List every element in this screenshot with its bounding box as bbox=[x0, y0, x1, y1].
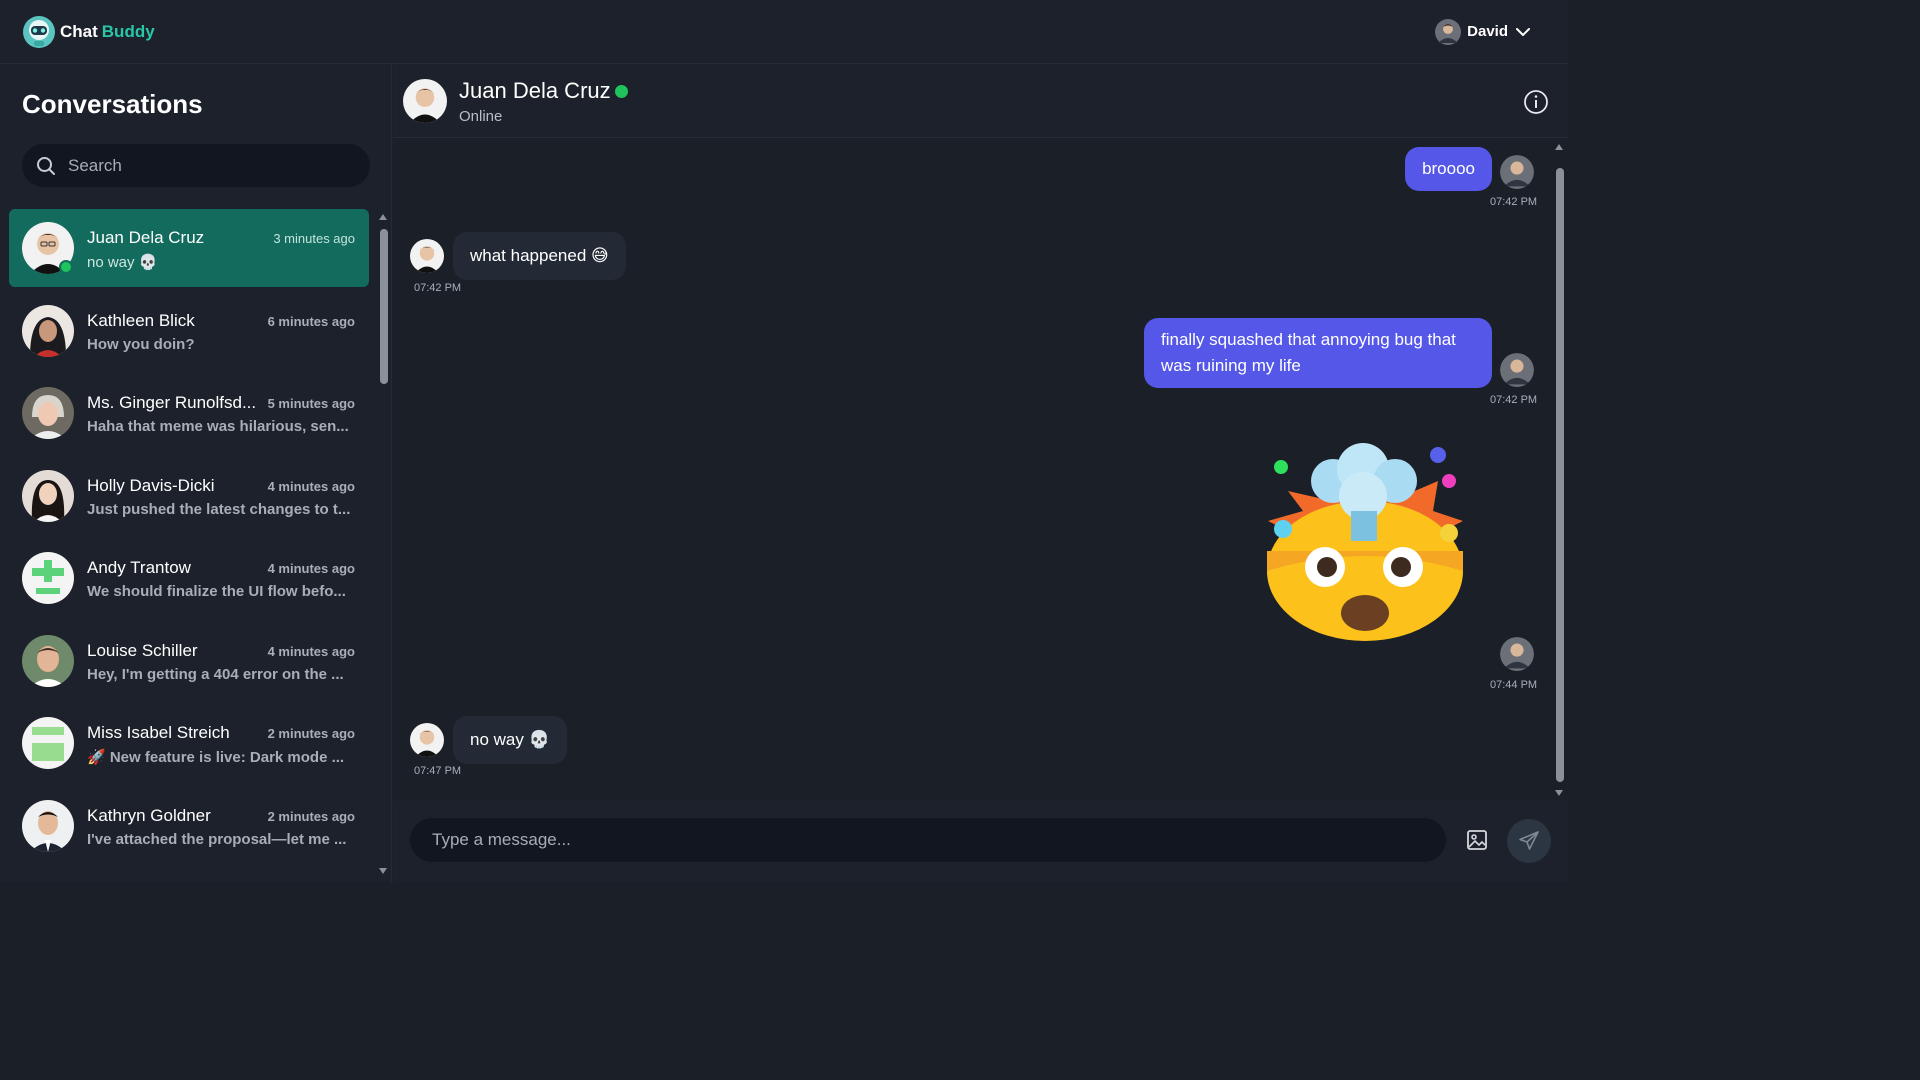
message-text: finally squashed that annoying bug that … bbox=[1161, 330, 1456, 375]
conversation-name: Louise Schiller bbox=[87, 640, 198, 660]
conversation-time: 2 minutes ago bbox=[267, 726, 355, 741]
user-name: David bbox=[1467, 23, 1508, 40]
message-input[interactable] bbox=[410, 818, 1446, 862]
conversation-preview: no way 💀 bbox=[87, 254, 158, 271]
contact-name: Juan Dela Cruz bbox=[459, 78, 611, 103]
send-button[interactable] bbox=[1507, 819, 1551, 863]
conversation-item[interactable]: Kathleen Blick 6 minutes ago How you doi… bbox=[9, 292, 369, 370]
exploding-head-emoji bbox=[1267, 443, 1463, 641]
conversation-item[interactable]: Miss Isabel Streich 2 minutes ago 🚀 New … bbox=[9, 704, 369, 782]
conversation-item[interactable]: Ms. Ginger Runolfsd... 5 minutes ago Hah… bbox=[9, 374, 369, 452]
sidebar-title: Conversations bbox=[22, 89, 203, 119]
robot-logo-icon bbox=[23, 15, 55, 48]
message-bubble-outgoing: broooo bbox=[1405, 147, 1492, 191]
conversation-time: 6 minutes ago bbox=[267, 313, 355, 329]
conversation-name: Holly Davis-Dicki bbox=[87, 475, 215, 495]
conversation-name: Kathryn Goldner bbox=[87, 805, 211, 825]
avatar bbox=[22, 387, 74, 439]
brand-name-part2: Buddy bbox=[101, 21, 155, 41]
conversation-preview: How you doin? bbox=[87, 335, 195, 353]
online-indicator bbox=[615, 85, 628, 98]
avatar bbox=[22, 717, 74, 769]
message-text: broooo bbox=[1422, 159, 1475, 178]
sender-avatar bbox=[410, 239, 444, 273]
avatar bbox=[22, 304, 74, 357]
chat-header: Juan Dela Cruz Online bbox=[393, 64, 1568, 138]
conversation-time: 4 minutes ago bbox=[267, 643, 355, 659]
sender-avatar bbox=[1500, 353, 1534, 387]
chat-scrollbar-thumb[interactable] bbox=[1556, 168, 1564, 782]
conversation-name: Juan Dela Cruz bbox=[87, 228, 205, 247]
conversation-preview: Just pushed the latest changes to t... bbox=[87, 500, 351, 518]
image-attach-icon[interactable] bbox=[1465, 828, 1489, 852]
avatar bbox=[22, 634, 74, 687]
online-indicator bbox=[59, 260, 73, 274]
user-menu[interactable]: David bbox=[1435, 18, 1532, 45]
message-time: 07:42 PM bbox=[1490, 196, 1538, 208]
sidebar-scrollbar-thumb[interactable] bbox=[380, 229, 388, 384]
avatar bbox=[22, 552, 74, 604]
chevron-down-icon bbox=[1516, 27, 1530, 36]
message-bubble-incoming: no way 💀 bbox=[453, 716, 567, 764]
conversation-item[interactable]: Kathryn Goldner 2 minutes ago I've attac… bbox=[9, 787, 369, 865]
conversation-item[interactable]: Andy Trantow 4 minutes ago We should fin… bbox=[9, 539, 369, 617]
message-composer bbox=[393, 801, 1568, 882]
message-text: what happened 😅 bbox=[470, 246, 609, 265]
brand-name-part1: Chat bbox=[60, 21, 98, 41]
conversation-name: Andy Trantow bbox=[87, 558, 191, 577]
conversation-name: Kathleen Blick bbox=[87, 310, 195, 330]
message-time: 07:47 PM bbox=[414, 765, 462, 777]
avatar bbox=[22, 469, 74, 522]
sender-avatar bbox=[1500, 155, 1534, 189]
conversation-time: 4 minutes ago bbox=[267, 478, 355, 494]
message-time: 07:42 PM bbox=[1490, 394, 1538, 406]
message-area: broooo 07:42 PM what happened 😅 07:42 PM… bbox=[393, 139, 1568, 801]
conversation-name: Miss Isabel Streich bbox=[87, 723, 230, 742]
conversation-list: Juan Dela Cruz 3 minutes ago no way 💀 Ka… bbox=[9, 209, 369, 879]
conversation-item[interactable]: Juan Dela Cruz 3 minutes ago no way 💀 bbox=[9, 209, 369, 287]
conversations-sidebar: Conversations Juan Dela Cruz 3 minutes a… bbox=[0, 64, 392, 882]
conversation-time: 5 minutes ago bbox=[267, 396, 355, 411]
contact-status: Online bbox=[459, 108, 503, 125]
conversation-time: 2 minutes ago bbox=[267, 808, 355, 824]
conversation-preview: We should finalize the UI flow befo... bbox=[87, 583, 346, 600]
user-avatar bbox=[1435, 18, 1462, 45]
search-box[interactable] bbox=[22, 144, 370, 187]
message-time: 07:44 PM bbox=[1490, 679, 1538, 691]
avatar bbox=[22, 799, 74, 852]
conversation-preview: Haha that meme was hilarious, sen... bbox=[87, 418, 349, 435]
conversation-preview: 🚀 New feature is live: Dark mode ... bbox=[87, 749, 345, 766]
message-text: no way 💀 bbox=[470, 730, 550, 749]
sender-avatar bbox=[1500, 637, 1534, 671]
conversation-item[interactable]: Holly Davis-Dicki 4 minutes ago Just pus… bbox=[9, 457, 369, 535]
sender-avatar bbox=[410, 723, 444, 757]
contact-avatar[interactable] bbox=[403, 79, 447, 123]
send-icon bbox=[1519, 831, 1539, 850]
brand-logo[interactable]: Chat Buddy bbox=[22, 15, 155, 49]
search-icon bbox=[37, 156, 55, 175]
conversation-item[interactable]: Louise Schiller 4 minutes ago Hey, I'm g… bbox=[9, 622, 369, 700]
conversation-time: 3 minutes ago bbox=[273, 231, 355, 246]
message-bubble-outgoing: finally squashed that annoying bug that … bbox=[1144, 318, 1492, 388]
conversation-time: 4 minutes ago bbox=[267, 561, 355, 576]
message-time: 07:42 PM bbox=[414, 282, 462, 294]
info-icon[interactable] bbox=[1523, 89, 1549, 115]
search-input[interactable] bbox=[66, 154, 346, 177]
conversation-preview: Hey, I'm getting a 404 error on the ... bbox=[87, 665, 344, 683]
conversation-preview: I've attached the proposal—let me ... bbox=[87, 830, 347, 848]
conversation-name: Ms. Ginger Runolfsd... bbox=[87, 393, 257, 412]
message-bubble-incoming: what happened 😅 bbox=[453, 232, 626, 280]
top-bar: Chat Buddy David bbox=[0, 0, 1568, 64]
